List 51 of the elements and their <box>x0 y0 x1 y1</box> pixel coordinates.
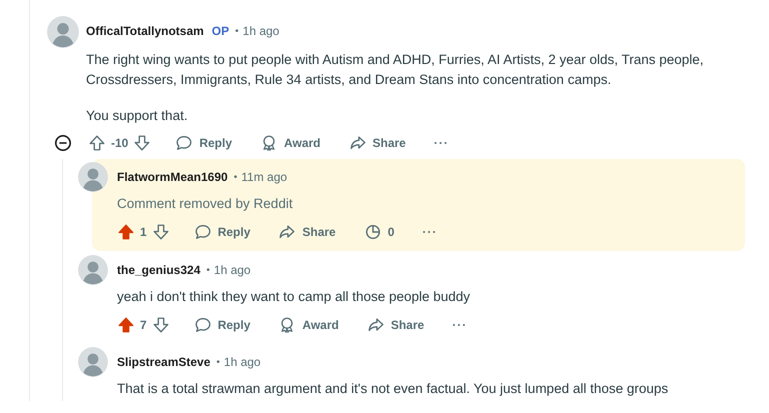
separator-dot: • <box>206 264 210 276</box>
timestamp: 11m ago <box>241 170 288 184</box>
removed-notice: Comment removed by Reddit <box>117 195 294 213</box>
timestamp: 1h ago <box>224 355 261 369</box>
collapse-icon[interactable] <box>54 134 72 152</box>
reply-icon <box>194 223 212 241</box>
reply-button[interactable]: Reply <box>184 309 260 341</box>
share-button[interactable]: Share <box>268 216 346 248</box>
reply-icon <box>175 134 194 152</box>
separator-dot: • <box>235 26 239 36</box>
comment-text: yeah i don't think they want to camp all those people buddy <box>117 288 472 306</box>
timestamp: 1h ago <box>214 263 251 277</box>
timestamp: 1h ago <box>242 24 280 38</box>
username[interactable]: the_genius324 <box>117 263 200 277</box>
pie-clock-icon <box>364 223 382 241</box>
upvote-icon[interactable] <box>117 316 135 334</box>
more-button[interactable]: ··· <box>412 216 448 248</box>
reply-button[interactable]: Reply <box>184 216 260 248</box>
separator-dot: • <box>216 356 220 368</box>
comment-text: The right wing wants to put people with Autism and ADHD, Furries, AI Artists, 2 year olds, Trans people, Crossdressers, Immigrants, Rule 34 artists, and Dream Stans into concentration camps. <box>86 51 705 89</box>
more-button[interactable]: ··· <box>442 309 478 341</box>
avatar-icon <box>78 162 108 192</box>
comment-text: You support that. <box>86 107 189 125</box>
username[interactable]: OfficalTotallynotsam <box>86 24 204 38</box>
avatar-icon <box>78 255 108 285</box>
downvote-icon[interactable] <box>152 223 170 241</box>
more-button[interactable]: ··· <box>424 127 459 159</box>
reply-button[interactable]: Reply <box>165 127 242 159</box>
share-button[interactable]: Share <box>338 127 416 159</box>
award-button[interactable]: Award <box>250 127 330 159</box>
share-button[interactable]: Share <box>356 309 434 341</box>
username[interactable]: SlipstreamSteve <box>117 355 210 369</box>
award-button[interactable]: Award <box>268 309 349 341</box>
share-icon <box>366 316 385 334</box>
op-label: OP <box>212 24 230 38</box>
username[interactable]: FlatwormMean1690 <box>117 170 228 184</box>
share-icon <box>348 134 366 152</box>
vote-count: -10 <box>111 136 128 150</box>
vote-count: 1 <box>140 225 147 239</box>
share-icon <box>278 223 296 241</box>
award-count-button[interactable]: 0 <box>354 216 404 248</box>
vote-count: 7 <box>140 318 147 332</box>
reply-icon <box>194 316 212 334</box>
upvote-icon[interactable] <box>117 223 135 241</box>
upvote-icon[interactable] <box>88 134 106 152</box>
downvote-icon[interactable] <box>152 316 170 334</box>
avatar-icon <box>47 16 79 48</box>
avatar-icon <box>78 347 108 377</box>
comment-text: That is a total strawman argument and it's not even factual. You just lumped all those groups <box>117 380 670 398</box>
downvote-icon[interactable] <box>133 134 152 152</box>
separator-dot: • <box>234 172 238 182</box>
